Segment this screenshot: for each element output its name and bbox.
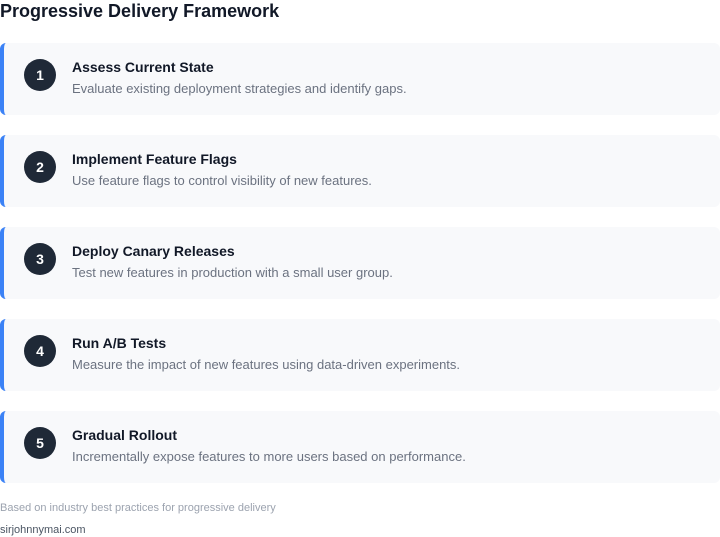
step-description: Incrementally expose features to more us…	[72, 449, 466, 464]
step-number-badge: 2	[24, 151, 56, 183]
step-description: Measure the impact of new features using…	[72, 357, 461, 372]
steps-list: 1 Assess Current State Evaluate existing…	[0, 43, 720, 503]
step-description: Test new features in production with a s…	[72, 265, 393, 280]
step-title: Implement Feature Flags	[72, 151, 237, 167]
step-card-3: 3 Deploy Canary Releases Test new featur…	[0, 227, 720, 299]
step-card-2: 2 Implement Feature Flags Use feature fl…	[0, 135, 720, 207]
step-number-badge: 3	[24, 243, 56, 275]
step-number-badge: 4	[24, 335, 56, 367]
step-number-badge: 1	[24, 59, 56, 91]
site-attribution: sirjohnnymai.com	[0, 524, 86, 536]
page-title: Progressive Delivery Framework	[0, 1, 280, 21]
step-card-4: 4 Run A/B Tests Measure the impact of ne…	[0, 319, 720, 391]
step-card-5: 5 Gradual Rollout Incrementally expose f…	[0, 411, 720, 483]
step-title: Deploy Canary Releases	[72, 243, 235, 259]
footnote: Based on industry best practices for pro…	[0, 502, 276, 514]
step-number-badge: 5	[24, 427, 56, 459]
step-description: Evaluate existing deployment strategies …	[72, 81, 407, 96]
step-title: Run A/B Tests	[72, 335, 167, 351]
step-description: Use feature flags to control visibility …	[72, 173, 372, 188]
step-title: Gradual Rollout	[72, 427, 177, 443]
step-card-1: 1 Assess Current State Evaluate existing…	[0, 43, 720, 115]
step-title: Assess Current State	[72, 59, 214, 75]
